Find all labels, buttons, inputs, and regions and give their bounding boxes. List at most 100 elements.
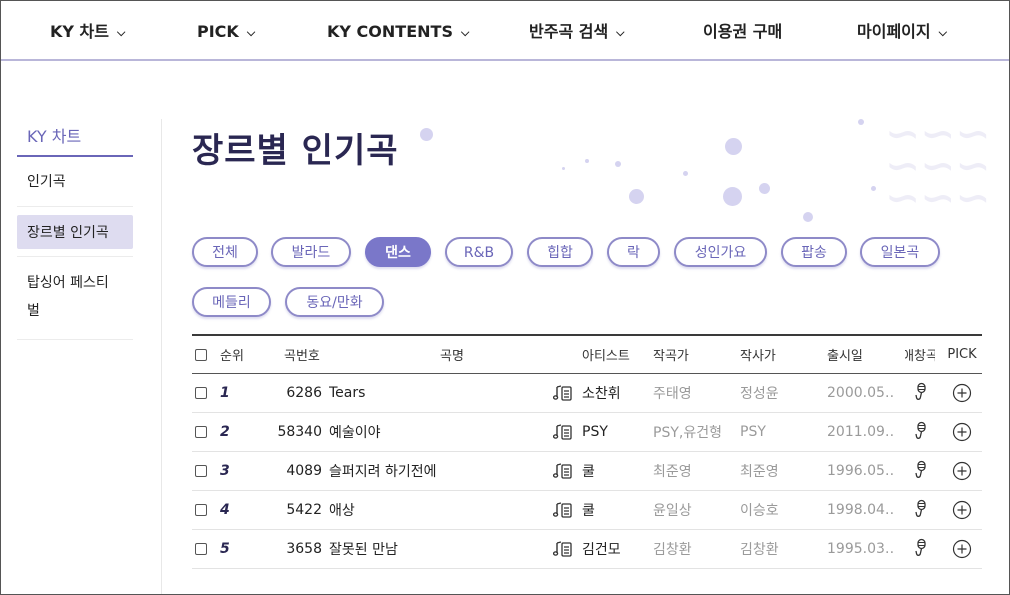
- music-lyrics-icon[interactable]: [550, 530, 576, 568]
- music-lyrics-icon[interactable]: [550, 491, 576, 529]
- row-title[interactable]: 애상: [329, 491, 529, 529]
- row-artist[interactable]: PSY: [582, 413, 652, 451]
- row-artist[interactable]: 쿨: [582, 452, 652, 490]
- nav-purchase-label: 이용권 구매: [703, 22, 783, 41]
- microphone-icon[interactable]: [905, 491, 935, 529]
- row-composer: 윤일상: [653, 503, 692, 519]
- row-rank: 2: [220, 424, 230, 440]
- music-lyrics-svg: [553, 541, 572, 557]
- header-number: 곡번호: [284, 349, 320, 364]
- sidebar-item-label-line1: 탑싱어 페스티: [27, 275, 109, 291]
- row-artist[interactable]: 김건모: [582, 530, 652, 568]
- decor-dot: [723, 187, 742, 206]
- music-lyrics-svg: [553, 502, 572, 518]
- microphone-icon[interactable]: [905, 452, 935, 490]
- row-checkbox-cell: [195, 374, 213, 412]
- row-checkbox[interactable]: [195, 543, 207, 555]
- genre-pill-ballad[interactable]: 발라드: [271, 237, 351, 267]
- row-lyricist: PSY: [740, 424, 766, 440]
- row-checkbox[interactable]: [195, 387, 207, 399]
- nav-ky-chart[interactable]: KY 차트 ⌵: [50, 1, 125, 61]
- row-number: 3658: [286, 541, 322, 557]
- music-lyrics-svg: [553, 385, 572, 401]
- microphone-icon[interactable]: [905, 413, 935, 451]
- table-row: 1 6286 Tears 소찬휘 주태영 정성윤 2000.05…: [192, 374, 982, 413]
- table-body: 1 6286 Tears 소찬휘 주태영 정성윤 2000.05… 2 5834…: [192, 374, 982, 569]
- sidebar-item-label-line2: 벌: [27, 303, 40, 319]
- genre-pill-medley[interactable]: 메들리: [192, 287, 271, 317]
- sidebar-item-popular[interactable]: 인기곡: [17, 157, 133, 207]
- chevron-down-icon: ⌵: [616, 26, 625, 39]
- row-checkbox-cell: [195, 413, 213, 451]
- plus-circle-svg: [952, 500, 972, 520]
- row-lyricist: 이승호: [740, 503, 779, 519]
- row-number: 6286: [286, 385, 322, 401]
- decor-dot: [562, 167, 565, 170]
- row-artist[interactable]: 쿨: [582, 491, 652, 529]
- select-all-checkbox-cell: [195, 336, 213, 373]
- table-row: 3 4089 슬퍼지려 하기전에 쿨 최준영 최준영 1996.05…: [192, 452, 982, 491]
- decor-dot: [803, 212, 813, 222]
- genre-pill-hiphop[interactable]: 힙합: [527, 237, 593, 267]
- row-release: 1998.04…: [827, 502, 893, 518]
- select-all-checkbox[interactable]: [195, 348, 207, 361]
- row-checkbox-cell: [195, 491, 213, 529]
- music-lyrics-icon[interactable]: [550, 413, 576, 451]
- sidebar-divider: [161, 119, 162, 594]
- genre-pill-rock[interactable]: 락: [607, 237, 660, 267]
- header-favorite: 애창곡: [905, 349, 935, 364]
- chevron-down-icon: ⌵: [117, 26, 126, 39]
- nav-ky-contents[interactable]: KY CONTENTS ⌵: [327, 1, 469, 61]
- plus-circle-icon[interactable]: [947, 374, 977, 412]
- genre-pill-dance[interactable]: 댄스: [365, 237, 431, 267]
- header-lyricist: 작사가: [740, 349, 776, 364]
- genre-pill-kids[interactable]: 동요/만화: [285, 287, 384, 317]
- row-checkbox[interactable]: [195, 504, 207, 516]
- sidebar-item-genre-popular[interactable]: 장르별 인기곡: [17, 207, 133, 257]
- plus-circle-icon[interactable]: [947, 491, 977, 529]
- page-title: 장르별 인기곡: [192, 131, 399, 171]
- row-title[interactable]: 잘못된 만남: [329, 530, 529, 568]
- nav-song-search[interactable]: 반주곡 검색 ⌵: [529, 1, 625, 61]
- plus-circle-icon[interactable]: [947, 530, 977, 568]
- nav-pick[interactable]: PICK ⌵: [197, 1, 255, 61]
- genre-pill-japanese[interactable]: 일본곡: [860, 237, 940, 267]
- row-title[interactable]: Tears: [329, 374, 529, 412]
- genre-pill-adult[interactable]: 성인가요: [674, 237, 767, 267]
- nav-purchase[interactable]: 이용권 구매: [703, 1, 782, 61]
- microphone-svg: [915, 538, 926, 556]
- browser-viewport: KY 차트 ⌵ PICK ⌵ KY CONTENTS ⌵ 반주곡 검색 ⌵ 이용권 구매…: [0, 0, 1010, 595]
- row-lyricist: 최준영: [740, 464, 779, 480]
- row-release: 1995.03…: [827, 541, 893, 557]
- table-row: 4 5422 애상 쿨 윤일상 이승호 1998.04…: [192, 491, 982, 530]
- decor-dot: [585, 159, 589, 163]
- sidebar-item-topsinger-festival[interactable]: 탑싱어 페스티 벌: [17, 257, 133, 340]
- sidebar-title: KY 차트: [17, 119, 133, 157]
- music-lyrics-icon[interactable]: [550, 452, 576, 490]
- decor-dot: [615, 161, 621, 167]
- plus-circle-icon[interactable]: [947, 452, 977, 490]
- row-artist[interactable]: 소찬휘: [582, 374, 652, 412]
- row-release: 2011.09…: [827, 424, 893, 440]
- music-lyrics-icon[interactable]: [550, 374, 576, 412]
- row-title[interactable]: 예술이야: [329, 413, 529, 451]
- music-lyrics-svg: [553, 424, 572, 440]
- nav-mypage[interactable]: 마이페이지 ⌵: [857, 1, 947, 61]
- row-checkbox[interactable]: [195, 426, 207, 438]
- genre-pill-pop[interactable]: 팝송: [781, 237, 847, 267]
- header-composer: 작곡가: [653, 349, 689, 364]
- microphone-icon[interactable]: [905, 374, 935, 412]
- microphone-icon[interactable]: [905, 530, 935, 568]
- row-title[interactable]: 슬퍼지려 하기전에: [329, 452, 529, 490]
- plus-circle-svg: [952, 461, 972, 481]
- nav-song-search-label: 반주곡 검색: [529, 22, 609, 41]
- nav-ky-contents-label: KY CONTENTS: [327, 22, 453, 41]
- plus-circle-svg: [952, 539, 972, 559]
- genre-pill-all[interactable]: 전체: [192, 237, 258, 267]
- row-checkbox-cell: [195, 530, 213, 568]
- genre-pill-rnb[interactable]: R&B: [445, 237, 513, 267]
- row-checkbox[interactable]: [195, 465, 207, 477]
- microphone-svg: [915, 499, 926, 517]
- plus-circle-icon[interactable]: [947, 413, 977, 451]
- nav-pick-label: PICK: [197, 22, 239, 41]
